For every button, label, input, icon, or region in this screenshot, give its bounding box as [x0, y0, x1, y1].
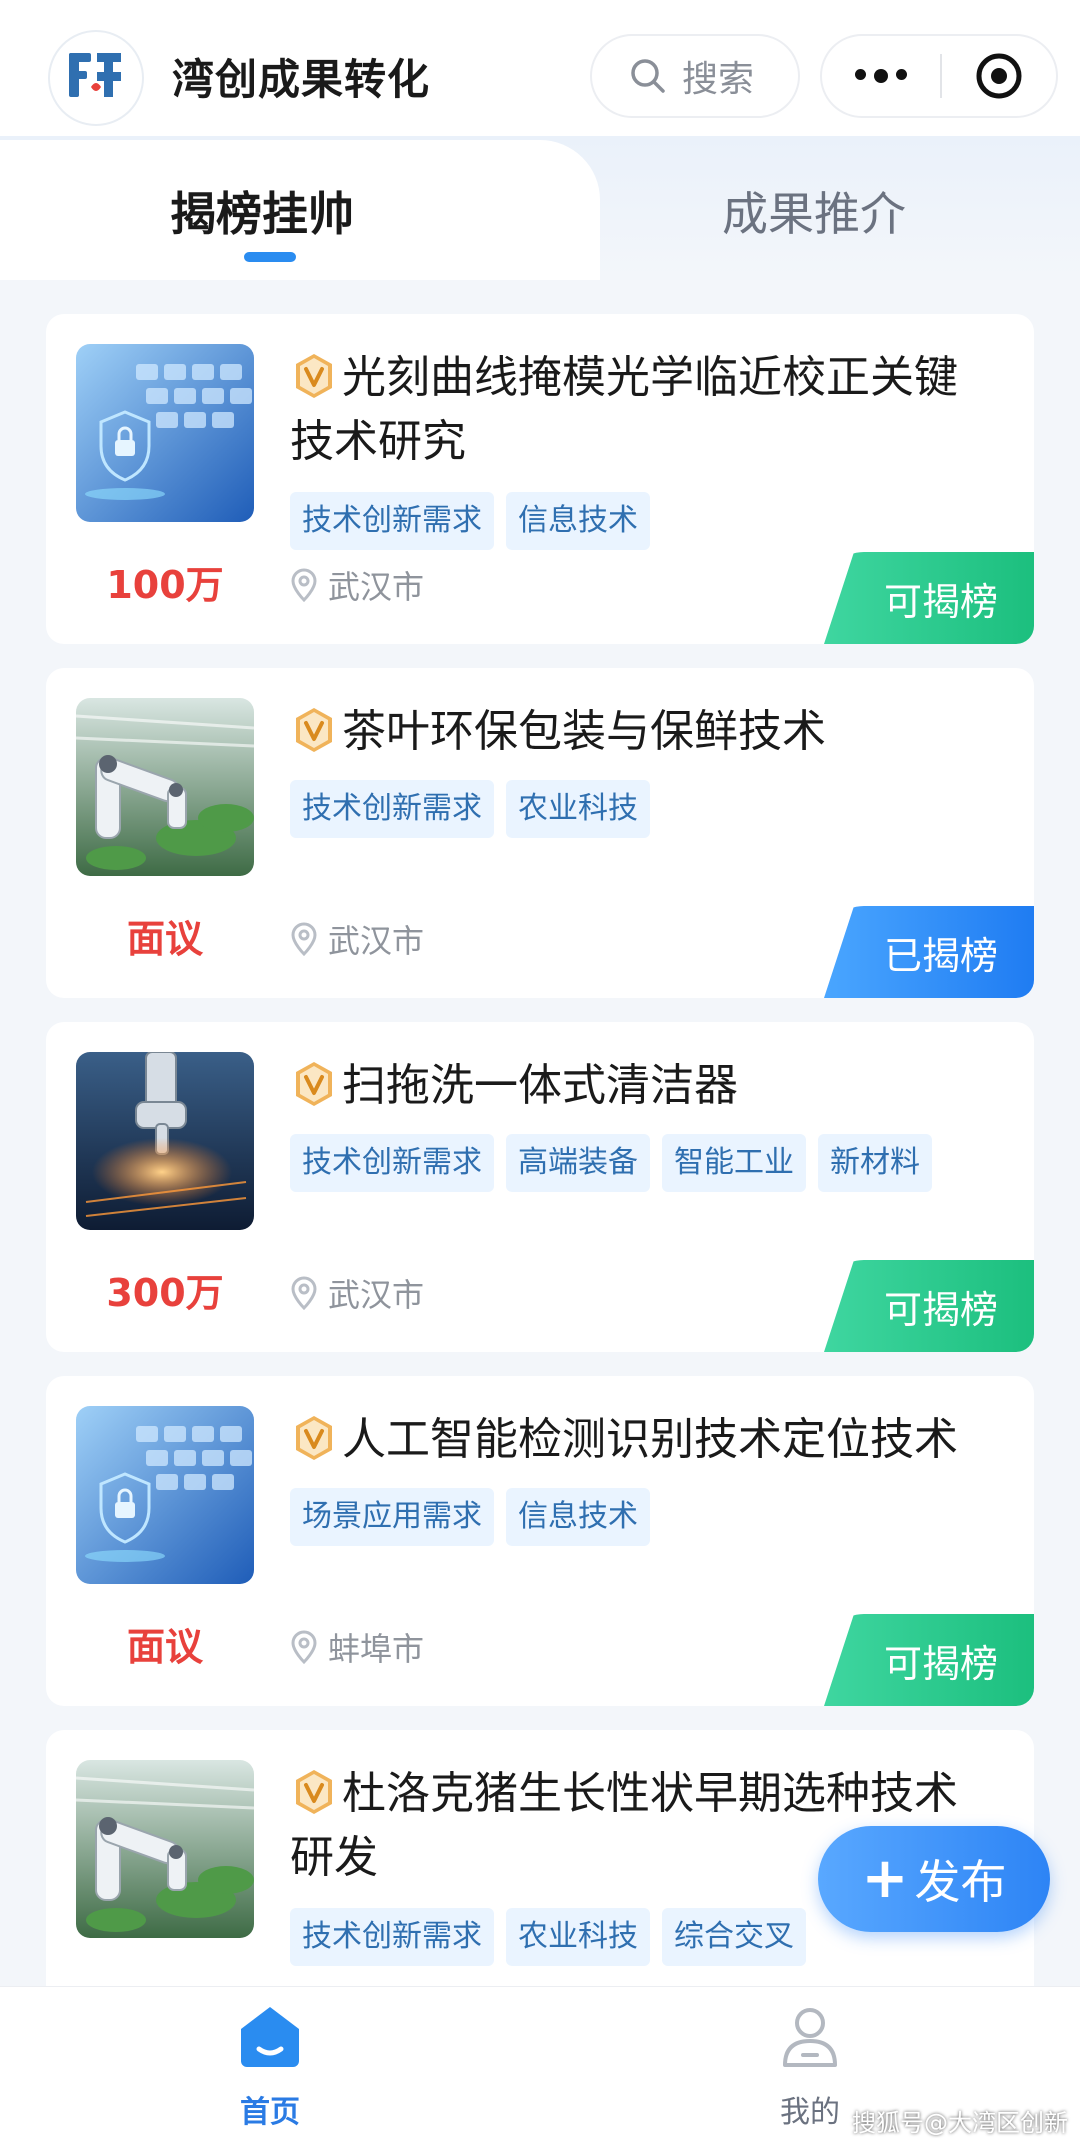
location-pin-icon: [291, 922, 317, 956]
card-title-text: 人工智能检测识别技术定位技术: [342, 1414, 958, 1465]
list-item[interactable]: 面议 茶叶环保包装与保鲜技术 技术创新需求 农业科技 武汉市 已揭榜: [46, 668, 1034, 998]
tag-list: 技术创新需求 农业科技 综合交叉: [290, 1908, 806, 1966]
verified-badge-icon: [296, 1062, 332, 1106]
tag: 技术创新需求: [290, 780, 494, 838]
nav-home[interactable]: 首页: [170, 2001, 370, 2131]
reward-price: 面议: [126, 917, 203, 961]
tag: 技术创新需求: [290, 1134, 494, 1192]
publish-label: 发布: [914, 1855, 1007, 1909]
verified-badge-icon: [296, 1770, 332, 1814]
plus-icon: +: [861, 1846, 909, 1911]
top-header: 湾创成果转化 搜索: [0, 0, 1080, 136]
reward-price: 300万: [106, 1271, 224, 1315]
status-badge: 已揭榜: [824, 906, 1034, 998]
tab-jiebang[interactable]: 揭榜挂帅: [170, 178, 354, 244]
tag: 场景应用需求: [290, 1488, 494, 1546]
bottom-nav: 首页 我的 搜狐号@大湾区创新: [0, 1986, 1080, 2148]
tag: 农业科技: [506, 1908, 650, 1966]
verified-badge-icon: [296, 354, 332, 398]
tab-active-indicator: [244, 252, 296, 262]
tag: 综合交叉: [662, 1908, 806, 1966]
list-item[interactable]: 300万 扫拖洗一体式清洁器 技术创新需求 高端装备 智能工业 新材料 武汉市 …: [46, 1022, 1034, 1352]
location: 武汉市: [290, 562, 424, 608]
tag-list: 场景应用需求 信息技术: [290, 1488, 650, 1546]
card-title-text: 光刻曲线掩模光学临近校正关键技术研究: [290, 352, 958, 467]
search-label: 搜索: [682, 59, 755, 100]
location-text: 蚌埠市: [328, 1630, 425, 1668]
reward-price: 100万: [106, 563, 224, 607]
miniprogram-capsule: [820, 34, 1058, 118]
location: 武汉市: [290, 1270, 424, 1316]
tag: 信息技术: [506, 1488, 650, 1546]
tag: 信息技术: [506, 492, 650, 550]
tab-chengguo[interactable]: 成果推介: [722, 178, 906, 244]
list-item[interactable]: 100万 光刻曲线掩模光学临近校正关键技术研究 技术创新需求 信息技术 武汉市 …: [46, 314, 1034, 644]
app-title: 湾创成果转化: [172, 55, 431, 104]
card-title: 扫拖洗一体式清洁器: [290, 1054, 990, 1118]
tag: 高端装备: [506, 1134, 650, 1192]
tag: 技术创新需求: [290, 1908, 494, 1966]
status-badge: 可揭榜: [824, 1614, 1034, 1706]
location-pin-icon: [291, 1630, 317, 1664]
close-target-icon[interactable]: [942, 50, 1056, 102]
watermark: 搜狐号@大湾区创新: [852, 2109, 1068, 2137]
tag: 智能工业: [662, 1134, 806, 1192]
card-title-text: 茶叶环保包装与保鲜技术: [342, 706, 826, 757]
keyboard-security-image: [76, 1406, 254, 1584]
card-title: 茶叶环保包装与保鲜技术: [290, 700, 990, 764]
search-icon: [631, 59, 665, 93]
industrial-laser-robot-image: [76, 1052, 254, 1230]
search-button[interactable]: 搜索: [590, 34, 800, 118]
location-pin-icon: [291, 1276, 317, 1310]
location-text: 武汉市: [328, 922, 425, 960]
verified-badge-icon: [296, 1416, 332, 1460]
tag-list: 技术创新需求 农业科技: [290, 780, 650, 838]
status-badge: 可揭榜: [824, 1260, 1034, 1352]
location-text: 武汉市: [328, 568, 425, 606]
tag-list: 技术创新需求 信息技术: [290, 492, 650, 550]
app-logo: [48, 30, 144, 126]
robot-arm-greenhouse-image: [76, 1760, 254, 1938]
tag: 新材料: [818, 1134, 932, 1192]
location-text: 武汉市: [328, 1276, 425, 1314]
publish-button[interactable]: + 发布: [818, 1826, 1050, 1932]
verified-badge-icon: [296, 708, 332, 752]
location: 蚌埠市: [290, 1624, 424, 1670]
reward-price: 面议: [126, 1625, 203, 1669]
robot-arm-greenhouse-image: [76, 698, 254, 876]
tag: 农业科技: [506, 780, 650, 838]
user-icon: [783, 2008, 837, 2067]
location: 武汉市: [290, 916, 424, 962]
tag-list: 技术创新需求 高端装备 智能工业 新材料: [290, 1134, 932, 1192]
home-icon: [241, 2007, 299, 2067]
card-title: 人工智能检测识别技术定位技术: [290, 1408, 990, 1472]
status-badge: 可揭榜: [824, 552, 1034, 644]
card-title: 光刻曲线掩模光学临近校正关键技术研究: [290, 346, 990, 474]
tag: 技术创新需求: [290, 492, 494, 550]
location-pin-icon: [291, 568, 317, 602]
list-item[interactable]: 面议 人工智能检测识别技术定位技术 场景应用需求 信息技术 蚌埠市 可揭榜: [46, 1376, 1034, 1706]
more-menu-icon[interactable]: [822, 69, 940, 83]
keyboard-security-image: [76, 344, 254, 522]
card-title-text: 扫拖洗一体式清洁器: [342, 1060, 738, 1111]
nav-home-label: 首页: [240, 2095, 300, 2130]
